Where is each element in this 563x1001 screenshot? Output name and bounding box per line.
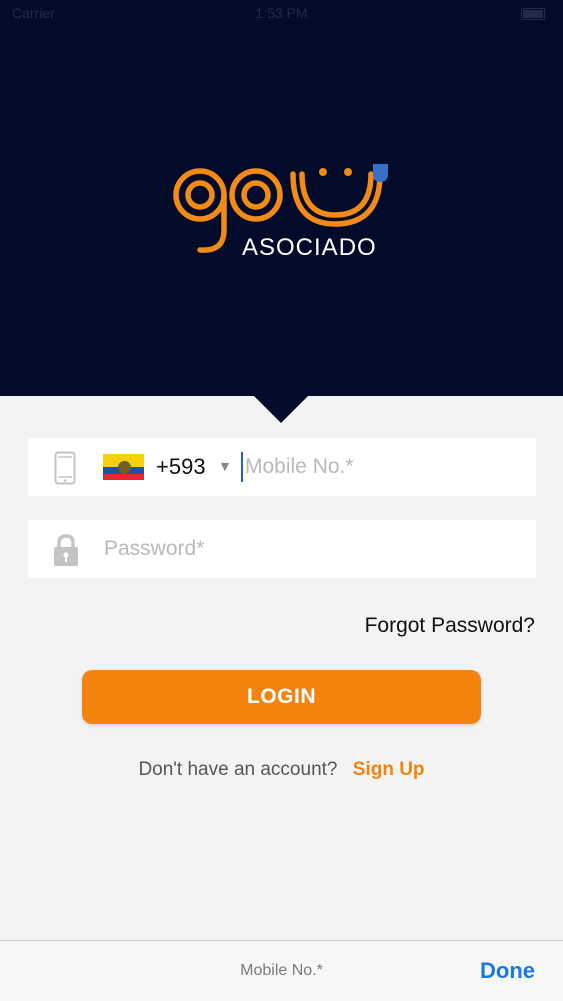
clock-label: 1:53 PM — [255, 5, 308, 21]
logo-tagline: ASOCIADO — [242, 234, 377, 260]
signup-prompt: Don't have an account? — [138, 759, 338, 780]
login-button[interactable]: LOGIN — [82, 670, 481, 724]
mobile-number-input[interactable] — [245, 451, 525, 483]
password-input[interactable] — [104, 533, 524, 565]
country-code-selector[interactable]: +593 — [156, 454, 206, 480]
status-bar: Carrier 1:53 PM — [0, 0, 563, 26]
signup-link[interactable]: Sign Up — [353, 759, 425, 780]
lock-icon — [54, 534, 78, 566]
signup-row: Don't have an account? Sign Up — [0, 759, 563, 781]
app-logo: ASOCIADO — [173, 164, 388, 260]
keyboard-field-label: Mobile No.* — [240, 962, 323, 979]
mobile-number-field: +593 ▼ — [28, 438, 536, 496]
text-cursor — [241, 452, 243, 482]
keyboard-toolbar: Mobile No.* Done — [0, 940, 563, 1001]
chevron-down-icon[interactable]: ▼ — [218, 458, 232, 474]
forgot-password-link[interactable]: Forgot Password? — [365, 614, 535, 638]
battery-icon — [521, 8, 545, 20]
ecuador-flag-icon[interactable] — [103, 454, 144, 480]
phone-icon — [54, 451, 76, 485]
header-banner: Carrier 1:53 PM ASOCIADO — [0, 0, 563, 396]
header-pointer — [252, 394, 310, 423]
done-button[interactable]: Done — [480, 958, 535, 984]
password-field — [28, 520, 536, 578]
